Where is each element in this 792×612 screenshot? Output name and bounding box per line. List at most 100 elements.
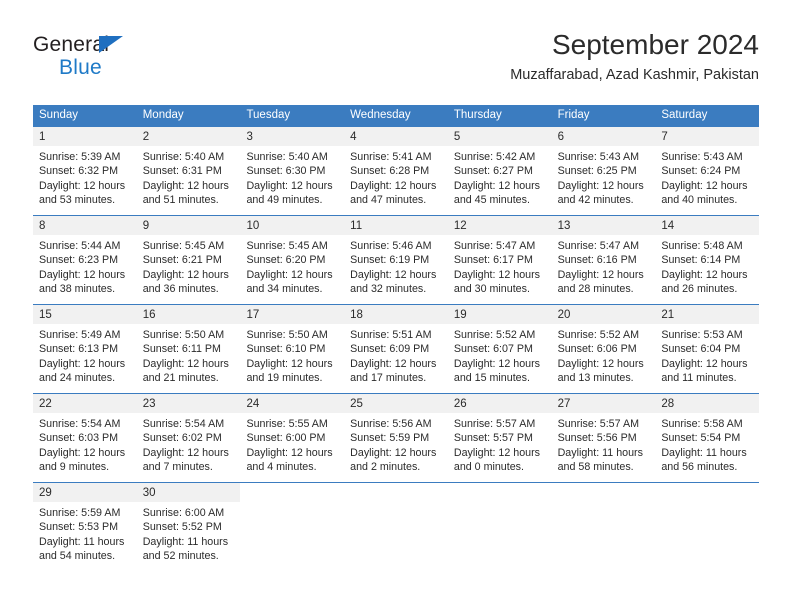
day-cell[interactable]: 6 Sunrise: 5:43 AM Sunset: 6:25 PM Dayli…: [551, 127, 656, 215]
sunrise-text: Sunrise: 5:45 AM: [246, 240, 328, 252]
day-number-band: [552, 483, 656, 502]
week-row: 22 Sunrise: 5:54 AM Sunset: 6:03 PM Dayl…: [33, 393, 760, 482]
sunset-text: Sunset: 6:31 PM: [142, 165, 222, 178]
daylight-text-line2: and 32 minutes.: [350, 283, 427, 296]
day-number-band: 1: [33, 127, 137, 146]
day-cell[interactable]: 8 Sunrise: 5:44 AM Sunset: 6:23 PM Dayli…: [33, 216, 137, 304]
day-number: 22: [39, 398, 52, 410]
day-cell[interactable]: 26 Sunrise: 5:57 AM Sunset: 5:57 PM Dayl…: [447, 394, 552, 482]
day-cell[interactable]: 9 Sunrise: 5:45 AM Sunset: 6:21 PM Dayli…: [136, 216, 241, 304]
day-number: 11: [350, 220, 363, 232]
day-cell[interactable]: 11 Sunrise: 5:46 AM Sunset: 6:19 PM Dayl…: [344, 216, 448, 304]
daylight-text-line2: and 53 minutes.: [39, 194, 116, 207]
day-cell[interactable]: 21 Sunrise: 5:53 AM Sunset: 6:04 PM Dayl…: [655, 305, 760, 393]
day-number-band: 15: [33, 305, 137, 324]
sunset-text: Sunset: 6:21 PM: [142, 254, 222, 267]
sunset-text: Sunset: 6:17 PM: [453, 254, 533, 267]
day-cell[interactable]: 20 Sunrise: 5:52 AM Sunset: 6:06 PM Dayl…: [551, 305, 656, 393]
sunrise-text: Sunrise: 5:51 AM: [350, 329, 432, 341]
daylight-text-line1: Daylight: 12 hours: [453, 446, 541, 459]
day-cell[interactable]: 27 Sunrise: 5:57 AM Sunset: 5:56 PM Dayl…: [551, 394, 656, 482]
day-cell[interactable]: 25 Sunrise: 5:56 AM Sunset: 5:59 PM Dayl…: [344, 394, 448, 482]
day-cell[interactable]: 4 Sunrise: 5:41 AM Sunset: 6:28 PM Dayli…: [344, 127, 448, 215]
day-details: Sunrise: 5:51 AM Sunset: 6:09 PM Dayligh…: [344, 324, 448, 386]
day-number-band: 28: [655, 394, 760, 413]
daylight-text-line2: and 13 minutes.: [557, 372, 634, 385]
day-cell[interactable]: 16 Sunrise: 5:50 AM Sunset: 6:11 PM Dayl…: [136, 305, 241, 393]
sunrise-text: Sunrise: 5:49 AM: [39, 329, 121, 341]
day-cell[interactable]: 18 Sunrise: 5:51 AM Sunset: 6:09 PM Dayl…: [344, 305, 448, 393]
sunset-text: Sunset: 6:23 PM: [39, 254, 119, 267]
day-cell[interactable]: 24 Sunrise: 5:55 AM Sunset: 6:00 PM Dayl…: [240, 394, 345, 482]
day-cell[interactable]: 17 Sunrise: 5:50 AM Sunset: 6:10 PM Dayl…: [240, 305, 345, 393]
weekday-sunday: Sunday: [39, 109, 79, 121]
day-details: Sunrise: 5:47 AM Sunset: 6:16 PM Dayligh…: [552, 235, 656, 297]
daylight-text-line2: and 36 minutes.: [142, 283, 219, 296]
day-cell[interactable]: 10 Sunrise: 5:45 AM Sunset: 6:20 PM Dayl…: [240, 216, 345, 304]
day-cell[interactable]: 14 Sunrise: 5:48 AM Sunset: 6:14 PM Dayl…: [655, 216, 760, 304]
day-number: 26: [453, 398, 467, 410]
sunset-text: Sunset: 6:19 PM: [350, 254, 430, 267]
day-number-band: [240, 483, 344, 502]
day-details: Sunrise: 5:40 AM Sunset: 6:31 PM Dayligh…: [137, 146, 241, 208]
sunset-text: Sunset: 5:57 PM: [453, 432, 533, 445]
day-cell-empty: [344, 483, 448, 571]
day-cell[interactable]: 28 Sunrise: 5:58 AM Sunset: 5:54 PM Dayl…: [655, 394, 760, 482]
daylight-text-line2: and 42 minutes.: [557, 194, 634, 207]
sunset-text: Sunset: 6:25 PM: [557, 165, 637, 178]
sunset-text: Sunset: 5:53 PM: [39, 521, 119, 534]
week-row: 15 Sunrise: 5:49 AM Sunset: 6:13 PM Dayl…: [33, 304, 760, 393]
day-cell[interactable]: 7 Sunrise: 5:43 AM Sunset: 6:24 PM Dayli…: [655, 127, 760, 215]
day-number-band: 7: [655, 127, 760, 146]
sunrise-text: Sunrise: 5:58 AM: [661, 418, 743, 430]
day-cell-empty: [240, 483, 345, 571]
sunset-text: Sunset: 6:28 PM: [350, 165, 430, 178]
daylight-text-line2: and 2 minutes.: [350, 461, 421, 474]
day-cell[interactable]: 3 Sunrise: 5:40 AM Sunset: 6:30 PM Dayli…: [240, 127, 345, 215]
sunset-text: Sunset: 6:11 PM: [142, 343, 221, 356]
day-number-band: 25: [344, 394, 448, 413]
day-cell[interactable]: 19 Sunrise: 5:52 AM Sunset: 6:07 PM Dayl…: [447, 305, 552, 393]
day-cell[interactable]: 22 Sunrise: 5:54 AM Sunset: 6:03 PM Dayl…: [33, 394, 137, 482]
daylight-text-line2: and 4 minutes.: [246, 461, 317, 474]
day-number-band: 18: [344, 305, 448, 324]
day-details: Sunrise: 5:58 AM Sunset: 5:54 PM Dayligh…: [655, 413, 759, 475]
day-number-band: 12: [447, 216, 552, 235]
day-cell[interactable]: 15 Sunrise: 5:49 AM Sunset: 6:13 PM Dayl…: [33, 305, 137, 393]
day-cell[interactable]: 30 Sunrise: 6:00 AM Sunset: 5:52 PM Dayl…: [136, 483, 241, 571]
day-details: Sunrise: 6:00 AM Sunset: 5:52 PM Dayligh…: [137, 502, 241, 564]
daylight-text-line2: and 40 minutes.: [661, 194, 738, 207]
day-details: Sunrise: 5:47 AM Sunset: 6:17 PM Dayligh…: [448, 235, 552, 297]
sunrise-text: Sunrise: 5:50 AM: [142, 329, 225, 341]
daylight-text-line2: and 49 minutes.: [246, 194, 323, 207]
daylight-text-line1: Daylight: 12 hours: [557, 357, 644, 370]
sunrise-text: Sunrise: 5:44 AM: [39, 240, 121, 252]
day-cell[interactable]: 1 Sunrise: 5:39 AM Sunset: 6:32 PM Dayli…: [33, 127, 137, 215]
day-cell[interactable]: 12 Sunrise: 5:47 AM Sunset: 6:17 PM Dayl…: [447, 216, 552, 304]
sunrise-text: Sunrise: 5:41 AM: [350, 151, 432, 163]
sunset-text: Sunset: 5:52 PM: [142, 521, 222, 534]
calendar-grid: Sunday Monday Tuesday Wednesday Thursday…: [33, 105, 760, 571]
day-cell[interactable]: 2 Sunrise: 5:40 AM Sunset: 6:31 PM Dayli…: [136, 127, 241, 215]
sunset-text: Sunset: 6:07 PM: [453, 343, 533, 356]
day-cell[interactable]: 13 Sunrise: 5:47 AM Sunset: 6:16 PM Dayl…: [551, 216, 656, 304]
day-number-band: 26: [447, 394, 552, 413]
logo-text-general: General: [33, 33, 110, 56]
day-number: 20: [557, 309, 571, 321]
day-number: 24: [246, 398, 260, 410]
day-cell[interactable]: 23 Sunrise: 5:54 AM Sunset: 6:02 PM Dayl…: [136, 394, 241, 482]
daylight-text-line2: and 24 minutes.: [39, 372, 116, 385]
weekday-friday: Friday: [557, 109, 590, 121]
sunset-text: Sunset: 6:24 PM: [661, 165, 741, 178]
day-details: Sunrise: 5:41 AM Sunset: 6:28 PM Dayligh…: [344, 146, 448, 208]
day-cell[interactable]: 29 Sunrise: 5:59 AM Sunset: 5:53 PM Dayl…: [33, 483, 137, 571]
day-number-band: 13: [551, 216, 656, 235]
calendar-page: General Blue September 2024 Muzaffarabad…: [0, 0, 792, 612]
daylight-text-line2: and 11 minutes.: [661, 372, 737, 385]
daylight-text-line1: Daylight: 11 hours: [142, 535, 229, 548]
day-cell[interactable]: 5 Sunrise: 5:42 AM Sunset: 6:27 PM Dayli…: [447, 127, 552, 215]
weekday-saturday: Saturday: [661, 109, 708, 121]
day-number: 14: [661, 220, 675, 232]
week-row: 8 Sunrise: 5:44 AM Sunset: 6:23 PM Dayli…: [33, 215, 760, 304]
weekday-wednesday: Wednesday: [350, 109, 411, 121]
